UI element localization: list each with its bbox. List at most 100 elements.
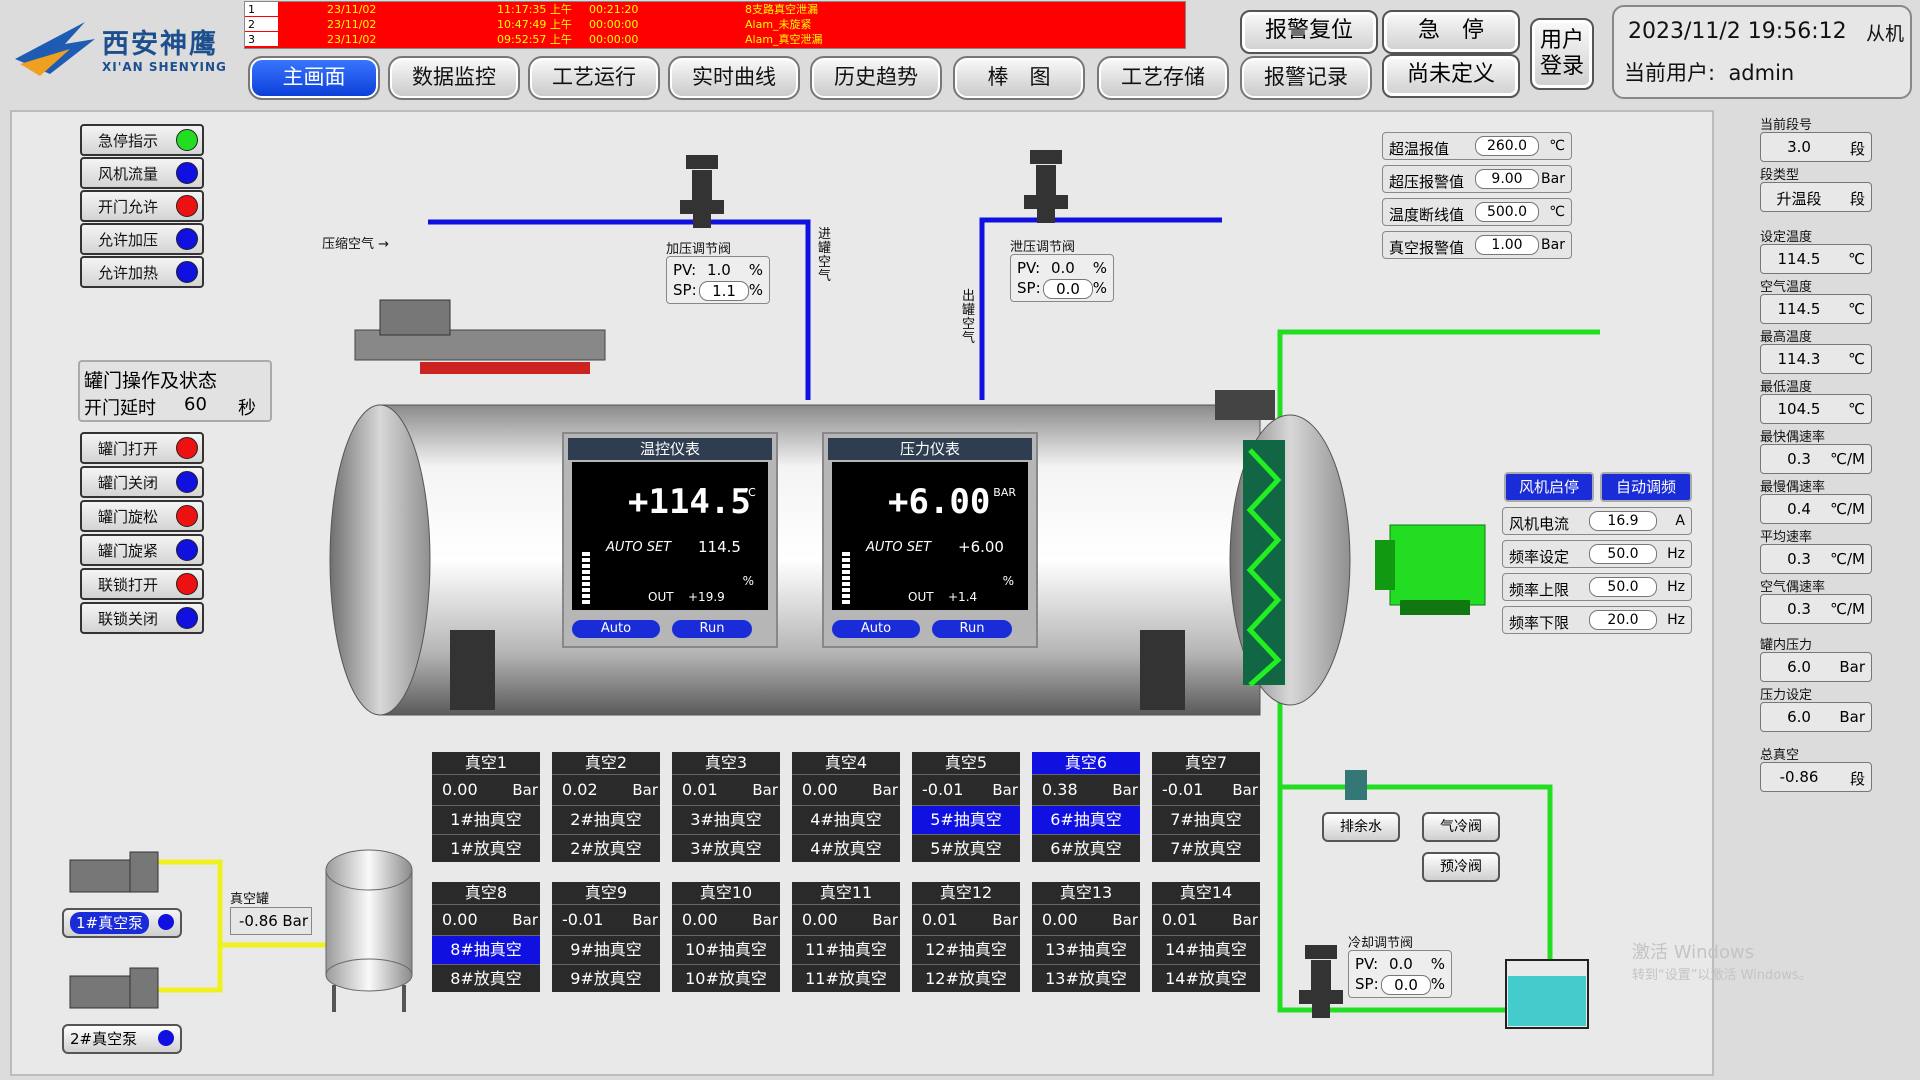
vacuum-pump-button[interactable]: 5#抽真空 [912,806,1020,835]
door-op-5[interactable]: 联锁关闭 [80,602,204,634]
auto-frequency-button[interactable]: 自动调频 [1600,472,1692,502]
vacuum-unit: Bar [992,911,1018,929]
door-op-2[interactable]: 罐门旋松 [80,500,204,532]
vacuum-cell-12: 真空12 0.01 Bar 12#抽真空 12#放真空 [912,882,1020,992]
limit-2: 温度断线值 500.0 ℃ [1382,198,1572,226]
limit-label: 超压报警值 [1389,173,1465,191]
vacuum-pump-button[interactable]: 4#抽真空 [792,806,900,835]
vacuum-pump-button[interactable]: 2#抽真空 [552,806,660,835]
limit-value[interactable]: 500.0 [1475,202,1539,222]
fan-row-value[interactable]: 50.0 [1589,577,1657,597]
vacuum-release-button[interactable]: 12#放真空 [912,965,1020,992]
vacuum-value-row: 0.01 Bar [912,905,1020,936]
vacuum-name: 真空4 [792,752,900,775]
vacuum-release-button[interactable]: 9#放真空 [552,965,660,992]
fan-row-value[interactable]: 16.9 [1589,511,1657,531]
door-op-3[interactable]: 罐门旋紧 [80,534,204,566]
sp-unit: % [1092,279,1107,297]
vacuum-value: 0.00 [802,910,838,929]
status-lamp-icon [176,261,198,283]
indicator-label: 允许加压 [98,231,159,249]
vacuum-release-button[interactable]: 11#放真空 [792,965,900,992]
vacuum-pump-button[interactable]: 9#抽真空 [552,936,660,965]
vacuum-pump-button[interactable]: 8#抽真空 [432,936,540,965]
vacuum-pump-1[interactable]: 1#真空泵 [62,908,182,938]
vacuum-pump-2-label: 2#真空泵 [70,1030,138,1048]
pre-cool-valve-button[interactable]: 预冷阀 [1422,852,1500,882]
vacuum-pump-2[interactable]: 2#真空泵 [62,1024,182,1054]
temp_meter-run-button[interactable]: Run [672,620,752,638]
temp_meter-auto-button[interactable]: Auto [572,620,660,638]
fan-row-value[interactable]: 20.0 [1589,610,1657,630]
sp-value[interactable]: 0.0 [1381,975,1431,995]
vacuum-pump-button[interactable]: 10#抽真空 [672,936,780,965]
vacuum-release-button[interactable]: 5#放真空 [912,835,1020,862]
sp-unit: % [1430,975,1445,993]
press_meter-pct: % [1002,574,1014,588]
vacuum-release-button[interactable]: 8#放真空 [432,965,540,992]
press_meter-auto-button[interactable]: Auto [832,620,920,638]
vacuum-cell-14: 真空14 0.01 Bar 14#抽真空 14#放真空 [1152,882,1260,992]
vacuum-pump-button[interactable]: 13#抽真空 [1032,936,1140,965]
vacuum-release-button[interactable]: 10#放真空 [672,965,780,992]
right-label-4: 最高温度 [1760,330,1813,345]
limit-value[interactable]: 260.0 [1475,136,1539,156]
vacuum-release-button[interactable]: 2#放真空 [552,835,660,862]
vacuum-pump-button[interactable]: 14#抽真空 [1152,936,1260,965]
drain-water-button[interactable]: 排余水 [1322,812,1400,842]
sp-value[interactable]: 0.0 [1043,279,1093,299]
vacuum-release-button[interactable]: 14#放真空 [1152,965,1260,992]
vacuum-value: 0.01 [682,780,718,799]
vacuum-name: 真空14 [1152,882,1260,905]
right-value-3: 114.5 ℃ [1760,294,1872,324]
door-op-1[interactable]: 罐门关闭 [80,466,204,498]
limit-value[interactable]: 9.00 [1475,169,1539,189]
vacuum-cell-13: 真空13 0.00 Bar 13#抽真空 13#放真空 [1032,882,1140,992]
vacuum-value-row: 0.01 Bar [1152,905,1260,936]
vacuum-tank-unit: Bar [282,912,308,930]
vacuum-name: 真空9 [552,882,660,905]
door-op-0[interactable]: 罐门打开 [80,432,204,464]
status-lamp-icon [176,539,198,561]
door-op-4[interactable]: 联锁打开 [80,568,204,600]
vacuum-release-button[interactable]: 4#放真空 [792,835,900,862]
vacuum-pump-button[interactable]: 3#抽真空 [672,806,780,835]
vacuum-name: 真空3 [672,752,780,775]
right-unit: ℃/M [1830,600,1865,618]
vacuum-cell-8: 真空8 0.00 Bar 8#抽真空 8#放真空 [432,882,540,992]
limit-unit: ℃ [1549,138,1565,154]
vacuum-tank-value: -0.86 Bar [230,907,312,935]
limit-value[interactable]: 1.00 [1475,235,1539,255]
pressurize-valve-box: PV: 1.0% SP: 1.1% [666,256,770,304]
vacuum-pump-button[interactable]: 12#抽真空 [912,936,1020,965]
vacuum-pump-button[interactable]: 11#抽真空 [792,936,900,965]
fan-row-value[interactable]: 50.0 [1589,544,1657,564]
right-value-12: -0.86 段 [1760,762,1872,792]
right-value-8: 0.3 ℃/M [1760,544,1872,574]
vacuum-release-button[interactable]: 7#放真空 [1152,835,1260,862]
temp_meter-value: +114.5 [628,482,751,522]
vacuum-pump-button[interactable]: 6#抽真空 [1032,806,1140,835]
air-cool-valve-button[interactable]: 气冷阀 [1422,812,1500,842]
fan-row-1: 频率设定 50.0 Hz [1502,540,1692,568]
vacuum-pump-button[interactable]: 1#抽真空 [432,806,540,835]
vacuum-value: 0.00 [442,910,478,929]
door-status-box: 罐门操作及状态 开门延时 60 秒 [78,360,272,422]
vacuum-release-button[interactable]: 3#放真空 [672,835,780,862]
vacuum-unit: Bar [992,781,1018,799]
right-unit: ℃/M [1830,450,1865,468]
sp-value[interactable]: 1.1 [699,281,749,301]
vacuum-release-button[interactable]: 6#放真空 [1032,835,1140,862]
press_meter-run-button[interactable]: Run [932,620,1012,638]
door-title: 罐门操作及状态 [84,370,218,392]
fan-start-button[interactable]: 风机启停 [1504,472,1594,502]
vacuum-release-button[interactable]: 13#放真空 [1032,965,1140,992]
pv-unit: % [748,261,763,279]
vacuum-release-button[interactable]: 1#放真空 [432,835,540,862]
pv-label: PV: [1017,259,1041,277]
fan-row-label: 风机电流 [1509,515,1570,533]
right-unit: Bar [1839,708,1865,726]
right-value-1: 升温段 段 [1760,182,1872,212]
vacuum-pump-button[interactable]: 7#抽真空 [1152,806,1260,835]
vacuum-value: -0.01 [922,780,964,799]
